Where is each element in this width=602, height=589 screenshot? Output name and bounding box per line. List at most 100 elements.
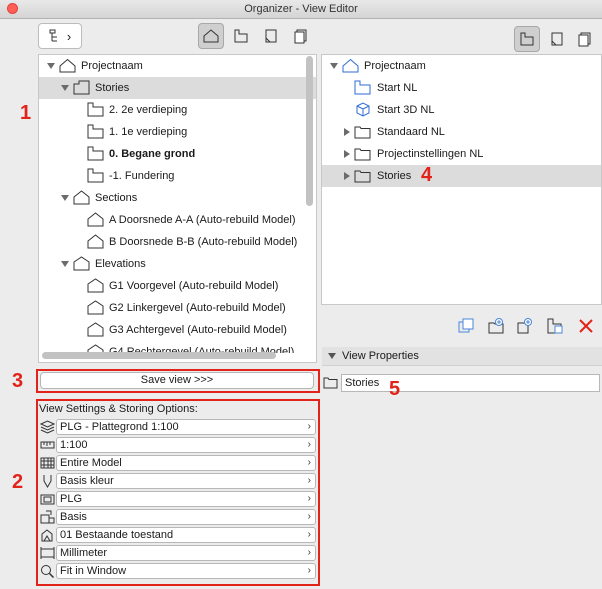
tree-row-root[interactable]: Projectnaam — [39, 55, 316, 77]
tree-label: 2. 2e verdieping — [109, 104, 188, 116]
elevations-folder-icon — [73, 256, 90, 271]
tree-row-elevation[interactable]: G1 Voorgevel (Auto-rebuild Model) — [39, 275, 316, 297]
elevation-icon — [87, 322, 104, 337]
navigator-dropdown-button[interactable]: › — [38, 23, 82, 49]
tree-label: Projectnaam — [81, 60, 143, 72]
tree-label: Start 3D NL — [377, 104, 435, 116]
tree-row-elevations[interactable]: Elevations — [39, 253, 316, 275]
view-properties-header[interactable]: View Properties — [322, 347, 602, 366]
callout-number-4: 4 — [421, 164, 433, 186]
elevation-icon — [87, 300, 104, 315]
tree-row-folder[interactable]: Standaard NL — [322, 121, 601, 143]
tree-label: Stories — [377, 170, 412, 182]
tree-label: Stories — [95, 82, 130, 94]
tree-row-story[interactable]: 0. Begane grond — [39, 143, 316, 165]
section-icon — [87, 234, 104, 249]
tree-label: 1. 1e verdieping — [109, 126, 188, 138]
tree-row-elevation[interactable]: G3 Achtergevel (Auto-rebuild Model) — [39, 319, 316, 341]
horizontal-scrollbar[interactable] — [42, 352, 276, 359]
floor-plan-icon — [87, 102, 104, 117]
expand-icon[interactable] — [328, 353, 336, 359]
tree-row-view[interactable]: Start NL — [322, 77, 601, 99]
expand-icon[interactable] — [61, 195, 69, 201]
navigator-icon — [49, 29, 57, 42]
expand-icon[interactable] — [61, 261, 69, 267]
expand-icon[interactable] — [330, 63, 338, 69]
tree-row-root[interactable]: Projectnaam — [322, 55, 601, 77]
tree-row-story[interactable]: 2. 2e verdieping — [39, 99, 316, 121]
folder-icon — [354, 126, 371, 139]
collapse-icon[interactable] — [344, 150, 350, 158]
tree-row-folder[interactable]: Projectinstellingen NL — [322, 143, 601, 165]
folder-icon — [354, 148, 371, 161]
layout-book-button[interactable] — [258, 23, 284, 49]
layout-book-icon — [265, 29, 277, 43]
callout-number-2: 2 — [12, 471, 24, 493]
tree-label: Standaard NL — [377, 126, 445, 138]
close-window-button[interactable] — [7, 3, 18, 14]
collapse-icon[interactable] — [344, 172, 350, 180]
tree-row-section[interactable]: A Doorsnede A-A (Auto-rebuild Model) — [39, 209, 316, 231]
callout-number-5: 5 — [389, 378, 401, 400]
callout-number-3: 3 — [12, 370, 24, 392]
vertical-scrollbar[interactable] — [306, 56, 313, 206]
tree-label: 0. Begane grond — [109, 148, 196, 160]
tree-label: Projectinstellingen NL — [377, 148, 484, 160]
callout-number-1: 1 — [20, 102, 32, 124]
collapse-icon[interactable] — [344, 128, 350, 136]
tree-label: A Doorsnede A-A (Auto-rebuild Model) — [109, 214, 296, 226]
title-bar: Organizer - View Editor — [0, 0, 602, 19]
tree-label: G3 Achtergevel (Auto-rebuild Model) — [109, 324, 287, 336]
view-map-icon — [520, 32, 534, 46]
project-map-button[interactable] — [198, 23, 224, 49]
view-name-field[interactable]: Stories — [341, 374, 600, 392]
publisher-sets-button[interactable] — [288, 23, 314, 49]
right-publisher-sets-button[interactable] — [572, 26, 598, 52]
tree-row-sections[interactable]: Sections — [39, 187, 316, 209]
save-current-view-icon[interactable] — [487, 317, 505, 335]
view-map-button[interactable] — [228, 23, 254, 49]
clone-view-icon[interactable] — [546, 317, 564, 335]
window-title: Organizer - View Editor — [244, 3, 358, 15]
new-folder-icon[interactable] — [457, 317, 475, 335]
expand-icon[interactable] — [47, 63, 55, 69]
view-properties-title: View Properties — [342, 350, 419, 362]
tree-row-story[interactable]: -1. Fundering — [39, 165, 316, 187]
tree-row-folder-selected[interactable]: Stories — [322, 165, 601, 187]
tree-row-stories[interactable]: Stories — [39, 77, 316, 99]
tree-label: G2 Linkergevel (Auto-rebuild Model) — [109, 302, 286, 314]
project-house-icon — [342, 58, 359, 73]
tree-label: -1. Fundering — [109, 170, 175, 182]
tree-label: Start NL — [377, 82, 418, 94]
tree-label: Sections — [95, 192, 138, 204]
tree-row-view[interactable]: Start 3D NL — [322, 99, 601, 121]
floor-plan-view-icon — [354, 80, 371, 95]
3d-view-icon — [356, 102, 370, 117]
tree-row-story[interactable]: 1. 1e verdieping — [39, 121, 316, 143]
section-icon — [87, 212, 104, 227]
tree-label: G1 Voorgevel (Auto-rebuild Model) — [109, 280, 279, 292]
view-map-icon — [234, 29, 248, 43]
expand-icon[interactable] — [61, 85, 69, 91]
tree-label: Elevations — [95, 258, 146, 270]
floor-plan-icon — [87, 146, 104, 161]
tree-row-section[interactable]: B Doorsnede B-B (Auto-rebuild Model) — [39, 231, 316, 253]
project-map-icon — [203, 29, 219, 43]
floor-plan-icon — [87, 124, 104, 139]
view-map-tree[interactable]: Projectnaam Start NL Start 3D NL Standaa… — [321, 54, 602, 305]
publisher-sets-icon — [294, 29, 307, 44]
floor-plan-icon — [87, 168, 104, 183]
right-view-map-button[interactable] — [514, 26, 540, 52]
sections-folder-icon — [73, 190, 90, 205]
project-map-tree[interactable]: Projectnaam Stories 2. 2e verdieping 1. … — [38, 54, 317, 363]
stories-folder-icon — [73, 80, 90, 95]
delete-icon[interactable] — [577, 317, 595, 335]
folder-icon — [354, 170, 371, 183]
callout-box-2 — [36, 399, 320, 586]
project-house-icon — [59, 58, 76, 73]
callout-box-3 — [36, 369, 320, 393]
tree-row-elevation[interactable]: G2 Linkergevel (Auto-rebuild Model) — [39, 297, 316, 319]
right-layout-book-button[interactable] — [544, 26, 570, 52]
tree-label: B Doorsnede B-B (Auto-rebuild Model) — [109, 236, 298, 248]
clone-folder-icon[interactable] — [516, 317, 534, 335]
